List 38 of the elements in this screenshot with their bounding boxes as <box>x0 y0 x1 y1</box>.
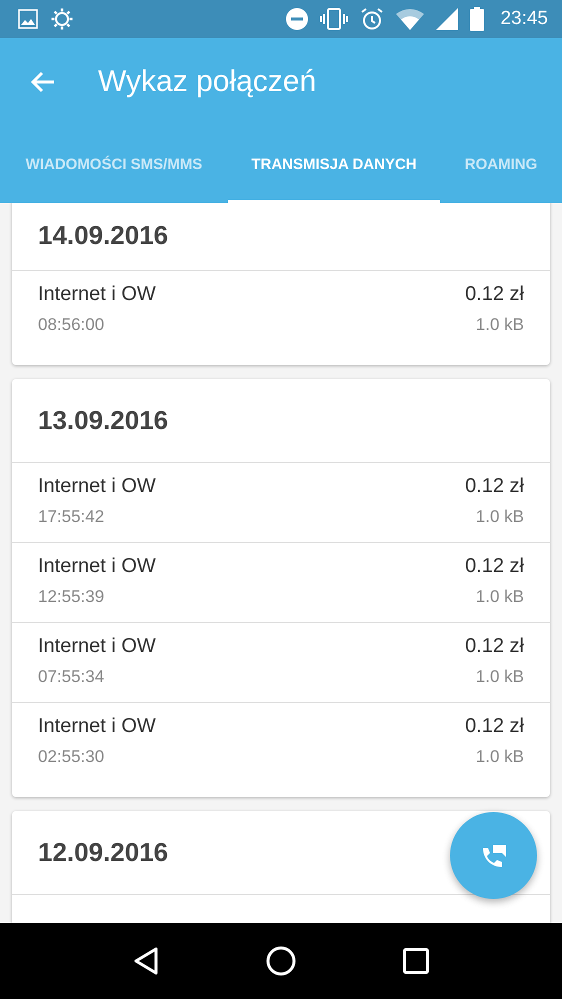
recents-nav-button[interactable] <box>402 948 429 974</box>
tab[interactable]: ROAMING <box>440 126 562 203</box>
data-volume: 1.0 kB <box>476 315 524 335</box>
screen-title: Wykaz połączeń <box>98 65 316 99</box>
vibrate-icon <box>320 8 348 30</box>
image-icon <box>18 9 38 29</box>
entry-cost: 0.12 zł <box>465 475 524 498</box>
entry-cost: 0.12 zł <box>465 283 524 306</box>
clock-time: 23:45 <box>500 8 548 30</box>
alarm-icon <box>360 7 384 31</box>
sun-icon <box>50 7 74 31</box>
do-not-disturb-icon <box>286 8 308 30</box>
battery-icon <box>470 7 484 31</box>
data-volume: 1.0 kB <box>476 747 524 767</box>
date-heading: 14.09.2016 <box>38 220 168 251</box>
service-name: Internet i OW <box>38 283 156 306</box>
entry-time: 17:55:42 <box>38 507 104 527</box>
data-volume: 1.0 kB <box>476 667 524 687</box>
back-nav-button[interactable] <box>133 946 160 976</box>
signal-icon <box>436 8 458 30</box>
entry-time: 08:56:00 <box>38 315 104 335</box>
service-name: Internet i OW <box>38 715 156 738</box>
entry-cost: 0.12 zł <box>465 555 524 578</box>
entry-cost: 0.12 zł <box>465 635 524 658</box>
wifi-icon <box>396 8 424 30</box>
entry-time: 07:55:34 <box>38 667 104 687</box>
entry-time: 02:55:30 <box>38 747 104 767</box>
service-name: Internet i OW <box>38 635 156 658</box>
entry-cost: 0.12 zł <box>465 715 524 738</box>
service-name: Internet i OW <box>38 475 156 498</box>
date-heading: 12.09.2016 <box>38 837 168 868</box>
tab[interactable]: WIADOMOŚCI SMS/MMS <box>0 126 228 203</box>
data-volume: 1.0 kB <box>476 587 524 607</box>
home-nav-button[interactable] <box>266 946 296 976</box>
entry-time: 12:55:39 <box>38 587 104 607</box>
service-name: Internet i OW <box>38 555 156 578</box>
date-heading: 13.09.2016 <box>38 405 168 436</box>
data-volume: 1.0 kB <box>476 507 524 527</box>
